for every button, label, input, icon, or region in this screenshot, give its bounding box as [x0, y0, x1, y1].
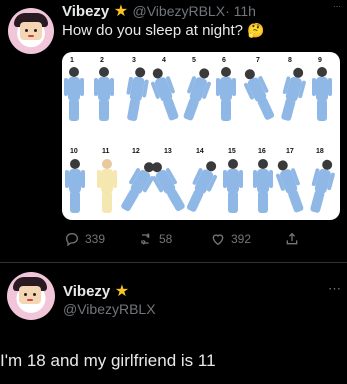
share-button[interactable]	[284, 231, 300, 247]
more-icon[interactable]: ⋯	[328, 281, 342, 297]
position-number: 16	[258, 148, 266, 155]
like-button[interactable]: 392	[210, 231, 251, 247]
reply-icon	[65, 232, 79, 247]
sleeping-figure	[65, 159, 85, 213]
avatar[interactable]	[7, 272, 55, 320]
position-number: 9	[318, 57, 322, 64]
sleeping-figure	[281, 67, 306, 121]
position-number: 6	[222, 57, 226, 64]
sleeping-figure	[94, 67, 114, 121]
sleeping-figure	[223, 159, 243, 213]
sleeping-figure	[183, 68, 211, 121]
tweet-image[interactable]: 1 2 3 4 5 6 7 8 9 10 11 12 13 14 15 16 17 18	[62, 52, 340, 220]
position-number: 3	[132, 57, 136, 64]
position-number: 8	[288, 57, 292, 64]
tweet-text: How do you sleep at night? 🤔	[62, 22, 265, 39]
position-number: 13	[164, 148, 172, 155]
retweet-icon	[141, 233, 150, 245]
tweet-header: Vibezy ★ @VibezyRBLX· 11h	[62, 1, 256, 21]
like-count: 392	[231, 232, 252, 246]
reply-count: 339	[85, 232, 106, 246]
position-number: 1	[70, 57, 74, 64]
reply-button[interactable]: 339	[64, 231, 105, 247]
position-number: 4	[162, 57, 166, 64]
position-number: 10	[70, 148, 78, 155]
timestamp[interactable]: · 11h	[225, 3, 256, 19]
user-handle[interactable]: @VibezyRBLX	[63, 301, 156, 317]
star-icon: ★	[114, 283, 130, 300]
sleeping-figure	[186, 161, 218, 212]
position-number: 17	[286, 148, 294, 155]
share-icon	[286, 232, 298, 245]
thinking-face-emoji: 🤔	[247, 22, 265, 38]
position-number: 18	[316, 148, 324, 155]
sleeping-figure	[64, 67, 84, 121]
position-number: 15	[228, 148, 236, 155]
like-icon	[212, 234, 224, 246]
position-number: 5	[192, 57, 196, 64]
display-name[interactable]: Vibezy	[62, 3, 109, 20]
sleeping-figure	[126, 67, 149, 122]
display-name[interactable]: Vibezy	[63, 283, 110, 300]
avatar[interactable]	[8, 8, 54, 54]
position-number: 14	[196, 148, 204, 155]
divider	[0, 262, 347, 263]
position-number: 2	[100, 57, 104, 64]
tweet-body: How do you sleep at night?	[62, 22, 243, 39]
sleep-positions-illustration: 1 2 3 4 5 6 7 8 910 11 12 13 14 15 16 17 18	[64, 57, 335, 213]
position-number: 11	[102, 148, 110, 155]
sleeping-figure	[152, 162, 185, 212]
position-number: 12	[132, 148, 140, 155]
user-handle[interactable]: @VibezyRBLX	[133, 3, 226, 19]
position-number: 7	[256, 57, 260, 64]
sleeping-figure	[97, 159, 117, 213]
sleeping-figure	[243, 69, 275, 120]
more-icon[interactable]: ⋯	[333, 2, 342, 11]
sleeping-figure	[276, 160, 304, 213]
sleeping-figure	[310, 159, 335, 213]
retweet-button[interactable]: 58	[138, 231, 172, 247]
tweet2-header: Vibezy ★	[63, 281, 129, 301]
sleeping-figure	[151, 68, 179, 121]
sleeping-figure	[253, 159, 273, 213]
tweet2-body: I'm 18 and my girlfriend is 11	[0, 351, 216, 370]
retweet-count: 58	[159, 232, 173, 246]
sleeping-figure	[312, 67, 332, 121]
star-icon: ★	[113, 3, 129, 20]
sleeping-figure	[216, 67, 236, 121]
